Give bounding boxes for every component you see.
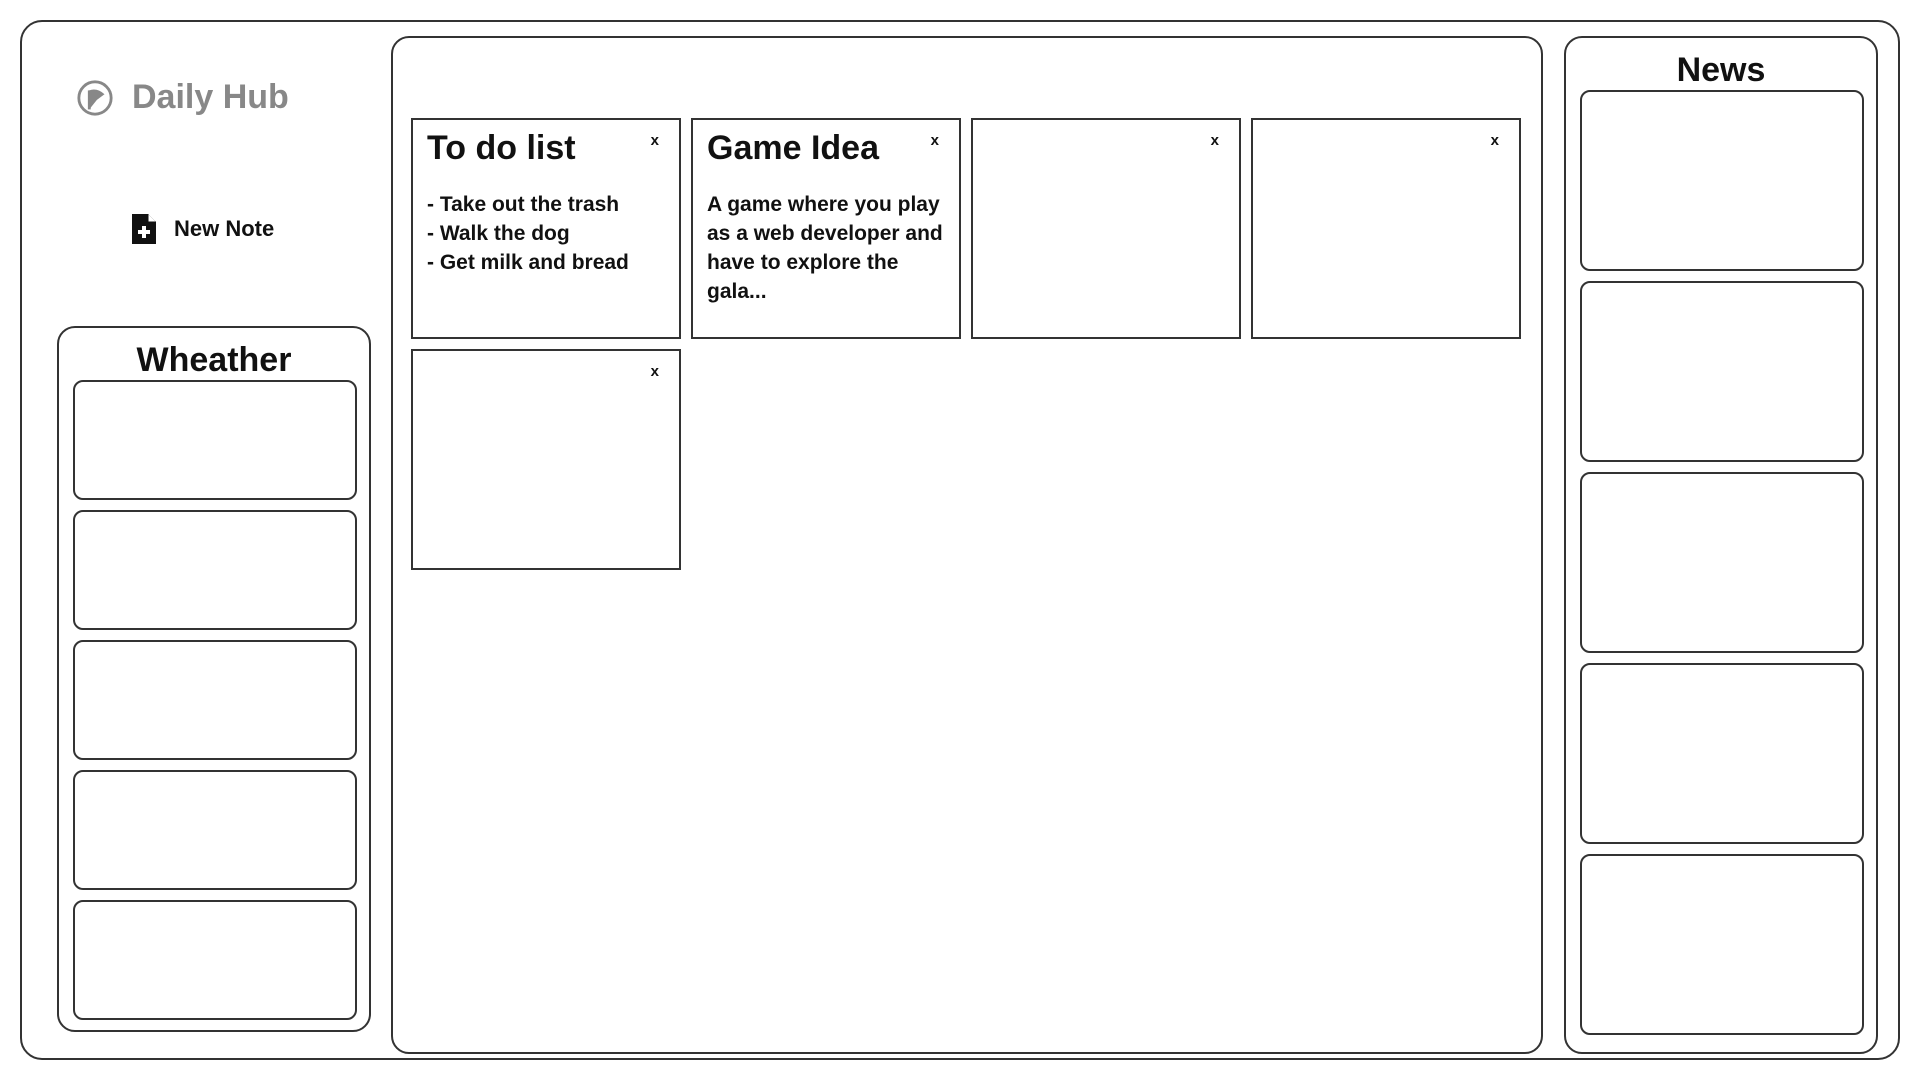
weather-card[interactable]	[73, 640, 357, 760]
new-note-button[interactable]: New Note	[130, 212, 274, 246]
notes-board: x To do list - Take out the trash - Walk…	[391, 36, 1543, 1054]
news-card[interactable]	[1580, 90, 1864, 271]
brand: Daily Hub	[76, 78, 289, 117]
close-note-button[interactable]: x	[1211, 132, 1219, 149]
news-panel: News	[1564, 36, 1878, 1054]
news-card[interactable]	[1580, 663, 1864, 844]
close-note-button[interactable]: x	[931, 132, 939, 149]
news-card[interactable]	[1580, 472, 1864, 653]
note-body: A game where you play as a web developer…	[707, 193, 943, 303]
weather-card[interactable]	[73, 510, 357, 630]
note-title: To do list	[427, 129, 576, 167]
note-card[interactable]: x Game Idea A game where you play as a w…	[691, 118, 961, 339]
file-plus-icon	[132, 214, 156, 244]
close-note-button[interactable]: x	[1491, 132, 1499, 149]
news-title: News	[1676, 51, 1766, 89]
news-card[interactable]	[1580, 854, 1864, 1035]
weather-card-list	[73, 380, 357, 1030]
new-note-label: New Note	[174, 216, 275, 241]
note-title: Game Idea	[707, 129, 879, 167]
news-card[interactable]	[1580, 281, 1864, 462]
news-card-list	[1580, 90, 1864, 1045]
note-card[interactable]: x	[971, 118, 1241, 339]
weather-card[interactable]	[73, 380, 357, 500]
close-note-button[interactable]: x	[651, 363, 659, 380]
weather-card[interactable]	[73, 900, 357, 1020]
app-name: Daily Hub	[132, 78, 289, 116]
close-note-button[interactable]: x	[651, 132, 659, 149]
weather-title: Wheather	[136, 341, 292, 379]
note-card[interactable]: x To do list - Take out the trash - Walk…	[411, 118, 681, 339]
note-card[interactable]: x	[1251, 118, 1521, 339]
app-frame: Daily Hub New Note Wheather x To do list…	[20, 20, 1900, 1060]
note-card[interactable]: x	[411, 349, 681, 570]
pinwheel-logo-icon	[77, 79, 113, 116]
note-body: - Take out the trash - Walk the dog - Ge…	[427, 193, 629, 274]
weather-card[interactable]	[73, 770, 357, 890]
weather-panel: Wheather	[57, 326, 371, 1032]
